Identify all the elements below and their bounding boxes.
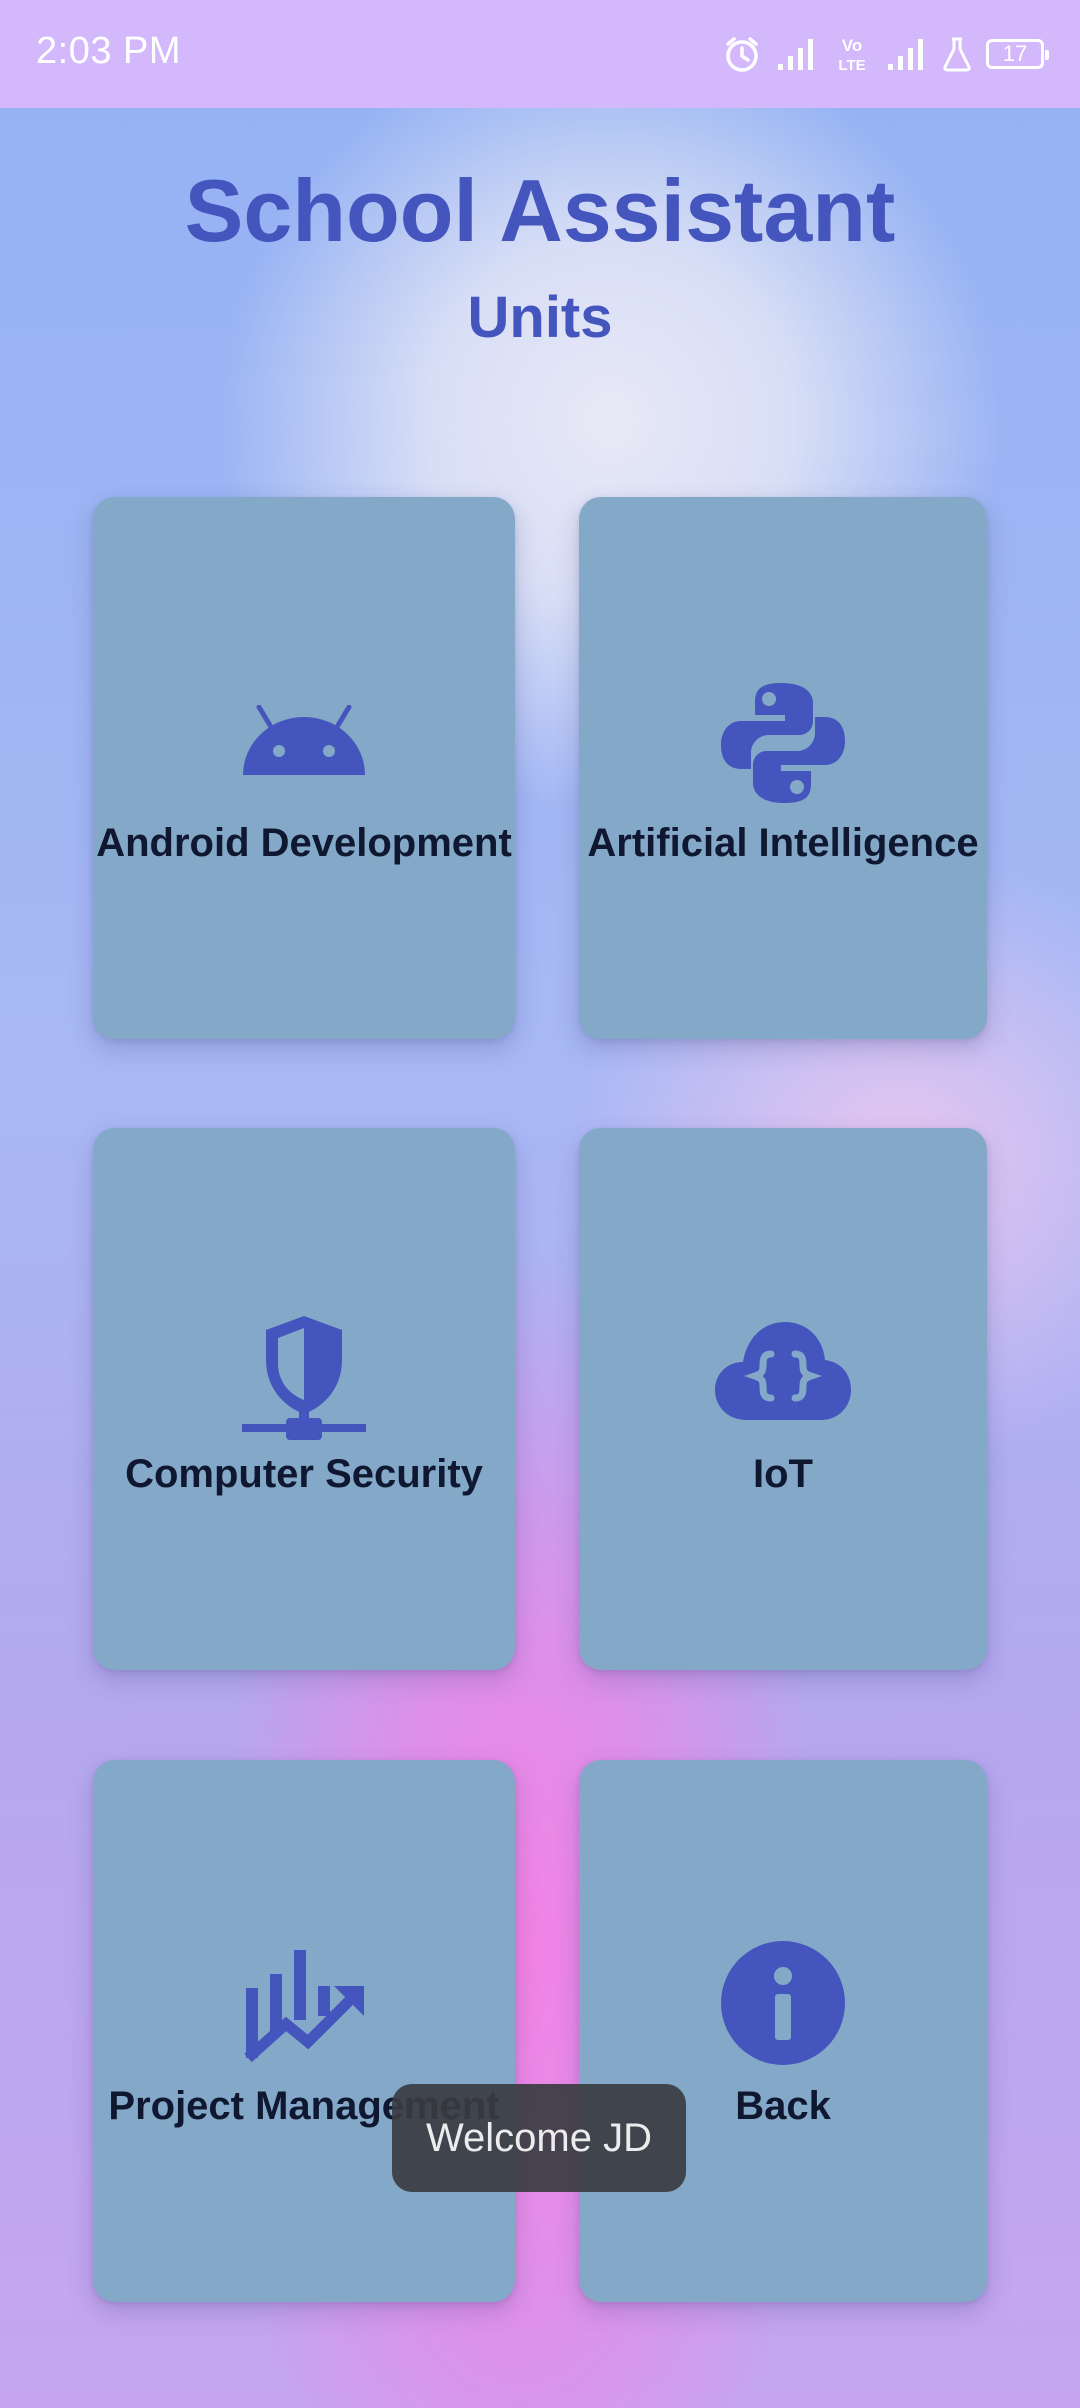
page-subtitle: Units — [467, 285, 613, 350]
unit-card-android-development[interactable]: Android Development — [93, 497, 515, 1039]
volte-icon: Vo LTE — [832, 34, 872, 74]
security-shield-icon — [240, 1314, 368, 1447]
battery-icon: 17 — [986, 39, 1049, 69]
unit-card-iot[interactable]: IoT — [579, 1128, 987, 1670]
status-bar: 2:03 PM Vo LTE 17 — [0, 0, 1080, 108]
unit-card-artificial-intelligence[interactable]: Artificial Intelligence — [579, 497, 987, 1039]
android-icon — [241, 704, 367, 784]
flask-icon — [942, 36, 972, 72]
toast-message: Welcome JD — [392, 2084, 686, 2192]
back-button[interactable]: Back — [579, 1760, 987, 2302]
signal-icon — [886, 36, 928, 72]
unit-label: Artificial Intelligence — [587, 821, 979, 865]
python-icon — [719, 679, 847, 812]
cloud-code-icon — [713, 1320, 853, 1427]
status-icons: Vo LTE 17 — [722, 30, 1049, 78]
unit-label: Computer Security — [125, 1452, 483, 1496]
signal-icon — [776, 36, 818, 72]
unit-card-project-management[interactable]: Project Management — [93, 1760, 515, 2302]
app-title: School Assistant — [184, 161, 896, 260]
info-icon — [720, 1940, 846, 2071]
unit-label: IoT — [753, 1452, 813, 1496]
unit-card-computer-security[interactable]: Computer Security — [93, 1128, 515, 1670]
unit-label: Android Development — [96, 821, 512, 865]
analytics-chart-icon — [242, 1946, 366, 2071]
status-time: 2:03 PM — [36, 30, 182, 72]
svg-text:Vo: Vo — [842, 36, 862, 55]
alarm-icon — [722, 34, 762, 74]
svg-text:LTE: LTE — [838, 57, 865, 74]
